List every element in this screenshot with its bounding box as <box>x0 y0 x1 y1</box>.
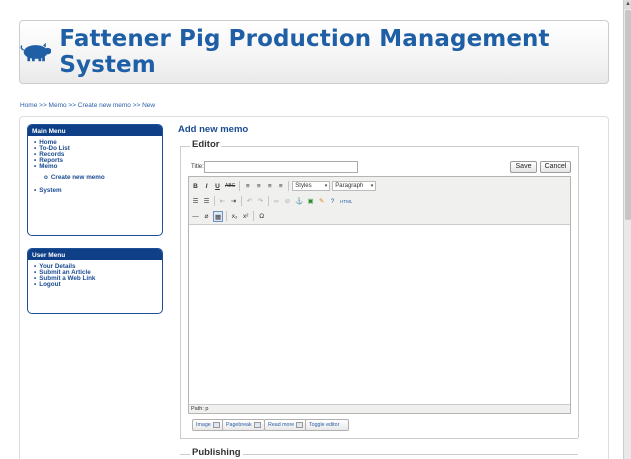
bullet-list-icon[interactable]: ☰ <box>191 196 200 207</box>
special-character-button[interactable]: Ω <box>257 211 266 222</box>
breadcrumb[interactable]: Home >> Memo >> Create new memo >> New <box>20 102 155 109</box>
scroll-up-arrow-icon[interactable]: ▲ <box>624 0 631 9</box>
pagebreak-button-label: Pagebreak <box>226 422 252 428</box>
styles-select-label: Styles <box>295 183 312 189</box>
toggle-editor-button[interactable]: Toggle editor <box>305 419 349 431</box>
outdent-icon[interactable]: ⇤ <box>218 196 227 207</box>
image-insert-icon[interactable]: ▣ <box>306 196 315 207</box>
save-button[interactable]: Save <box>510 161 537 173</box>
vertical-scrollbar[interactable]: ▲ <box>623 0 631 459</box>
main-menu-list: Home To-Do List Records Reports Memo Cre… <box>28 136 162 197</box>
title-input[interactable] <box>204 161 358 173</box>
editor-fieldset-bottom <box>180 438 578 439</box>
toolbar-separator <box>253 211 255 221</box>
chevron-down-icon: ▾ <box>370 183 374 189</box>
site-title: Fattener Pig Production Management Syste… <box>59 26 550 78</box>
link-icon[interactable]: ∞ <box>272 196 281 207</box>
subscript-button[interactable]: x₂ <box>230 211 239 222</box>
undo-icon[interactable]: ↶ <box>245 196 254 207</box>
toggle-editor-button-label: Toggle editor <box>309 422 340 428</box>
publishing-legend: Publishing <box>190 447 243 458</box>
cancel-button[interactable]: Cancel <box>540 161 571 173</box>
numbered-list-icon[interactable]: ☰ <box>202 196 211 207</box>
menu-item-memo[interactable]: Memo <box>34 163 158 170</box>
toolbar-separator <box>226 211 228 221</box>
read-more-icon <box>296 422 304 428</box>
help-icon[interactable]: ? <box>328 196 337 207</box>
user-menu-list: Your Details Submit an Article Submit a … <box>28 260 162 291</box>
italic-button[interactable]: I <box>202 181 211 192</box>
menu-item-system[interactable]: System <box>34 187 158 194</box>
cleanup-icon[interactable]: ✎ <box>317 196 326 207</box>
toolbar-separator <box>268 196 269 206</box>
html-source-button[interactable]: HTML <box>339 196 353 207</box>
toolbar-separator <box>241 196 242 206</box>
underline-button[interactable]: U <box>213 181 222 192</box>
horizontal-rule-icon[interactable]: — <box>191 211 200 222</box>
align-left-icon[interactable]: ≡ <box>243 181 252 192</box>
page: ▲ Fattener Pig Production Management Sys… <box>0 0 631 459</box>
editor-toolbar: B I U ABC ≡ ≡ ≡ ≡ Styles ▾ Paragraph ▾ ☰ ☰… <box>189 177 570 225</box>
anchor-icon[interactable]: ⚓ <box>294 196 304 207</box>
editor-fieldset-right <box>578 146 579 438</box>
toolbar-row-3: — ⌀ ▦ x₂ x² Ω <box>191 209 266 223</box>
toolbar-separator <box>288 181 290 191</box>
toolbar-separator <box>239 181 241 191</box>
align-center-icon[interactable]: ≡ <box>254 181 263 192</box>
page-heading: Add new memo <box>178 124 249 135</box>
visual-aid-icon[interactable]: ▦ <box>213 210 224 222</box>
unlink-icon[interactable]: ⊘ <box>283 196 292 207</box>
pig-logo-icon <box>20 42 52 62</box>
image-icon <box>212 422 220 428</box>
chevron-down-icon: ▾ <box>324 183 328 189</box>
editor-content-area[interactable] <box>189 225 570 405</box>
toolbar-row-2: ☰ ☰ ⇤ ⇥ ↶ ↷ ∞ ⊘ ⚓ ▣ ✎ ? HTML <box>191 194 353 208</box>
superscript-button[interactable]: x² <box>241 211 250 222</box>
toolbar-row-1: B I U ABC ≡ ≡ ≡ ≡ Styles ▾ Paragraph ▾ <box>191 179 377 193</box>
site-header: Fattener Pig Production Management Syste… <box>19 20 609 84</box>
editor-fieldset-left <box>180 146 181 438</box>
read-more-button[interactable]: Read more <box>264 419 308 431</box>
editor-fieldset-border <box>180 146 578 147</box>
user-menu-box: User Menu Your Details Submit an Article… <box>27 248 163 314</box>
image-button[interactable]: Image <box>192 419 224 431</box>
rich-text-editor: B I U ABC ≡ ≡ ≡ ≡ Styles ▾ Paragraph ▾ ☰ ☰… <box>188 176 571 414</box>
pagebreak-icon <box>253 422 261 428</box>
align-right-icon[interactable]: ≡ <box>265 181 274 192</box>
styles-select[interactable]: Styles ▾ <box>292 181 331 191</box>
read-more-button-label: Read more <box>268 422 295 428</box>
align-justify-icon[interactable]: ≡ <box>276 181 285 192</box>
scrollbar-thumb[interactable] <box>625 10 631 220</box>
main-menu-title: Main Menu <box>28 125 162 136</box>
user-menu-title: User Menu <box>28 249 162 260</box>
editor-path-bar: Path: p <box>189 404 570 413</box>
indent-icon[interactable]: ⇥ <box>229 196 238 207</box>
image-button-label: Image <box>196 422 211 428</box>
title-label: Title: <box>191 164 204 170</box>
bold-button[interactable]: B <box>191 181 200 192</box>
menu-item-logout[interactable]: Logout <box>34 281 158 288</box>
format-select-label: Paragraph <box>335 183 364 189</box>
menu-item-create-memo[interactable]: Create new memo <box>34 174 158 181</box>
editor-legend: Editor <box>190 139 222 150</box>
format-select[interactable]: Paragraph ▾ <box>332 181 377 191</box>
remove-format-icon[interactable]: ⌀ <box>202 211 211 222</box>
toolbar-separator <box>214 196 215 206</box>
strikethrough-button[interactable]: ABC <box>224 181 236 192</box>
main-menu-box: Main Menu Home To-Do List Records Report… <box>27 124 163 236</box>
redo-icon[interactable]: ↷ <box>256 196 265 207</box>
pagebreak-button[interactable]: Pagebreak <box>222 419 265 431</box>
